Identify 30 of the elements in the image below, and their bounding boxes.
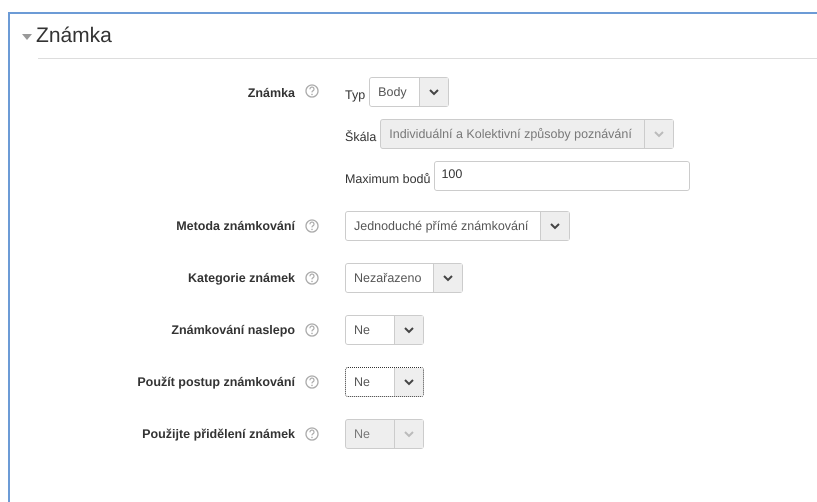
help-icon[interactable]: [305, 271, 319, 285]
field-label: Použít postup známkování: [137, 375, 295, 389]
field-label: Maximum bodů: [345, 171, 430, 186]
field-label: Typ: [345, 87, 366, 102]
field-label: Kategorie známek: [188, 271, 295, 285]
field-label: Známka: [248, 86, 295, 100]
chevron-down-icon: [443, 274, 454, 282]
chevron-down-icon: [404, 430, 414, 438]
chevron-down-icon: [550, 222, 560, 230]
field-label: Škála: [345, 129, 376, 144]
help-icon[interactable]: [305, 427, 319, 441]
chevron-down-icon: [404, 378, 414, 386]
field-label: Metoda známkování: [176, 219, 295, 233]
chevron-down-icon: [654, 130, 664, 138]
help-icon[interactable]: [305, 375, 319, 389]
help-icon[interactable]: [305, 323, 319, 337]
collapse-triangle-icon[interactable]: [22, 34, 32, 40]
dropdown[interactable]: Ne: [345, 315, 424, 345]
field-label: Použijte přidělení známek: [142, 427, 295, 441]
chevron-down-icon: [428, 88, 439, 96]
dropdown[interactable]: Jednoduché přímé známkování: [345, 211, 570, 241]
field-label: Známkování naslepo: [171, 323, 295, 337]
section-title: Známka: [36, 24, 112, 48]
chevron-down-icon: [404, 326, 414, 334]
input-field[interactable]: 100: [434, 161, 690, 191]
dropdown[interactable]: Ne: [345, 367, 424, 397]
help-icon[interactable]: [305, 84, 319, 98]
help-icon[interactable]: [305, 219, 319, 233]
dropdown[interactable]: Nezařazeno: [345, 263, 464, 293]
dropdown[interactable]: Body: [369, 77, 449, 107]
